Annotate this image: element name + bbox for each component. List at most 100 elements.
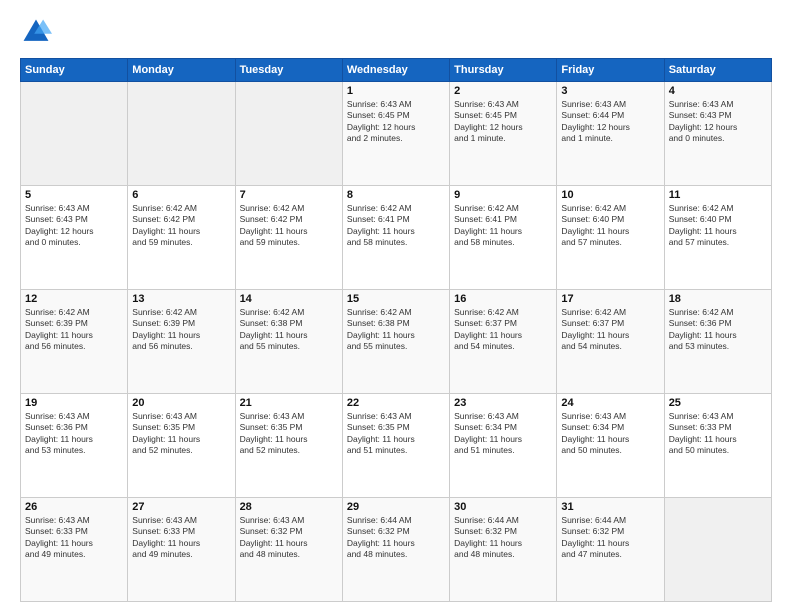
day-number: 10 xyxy=(561,189,659,201)
calendar-table: SundayMondayTuesdayWednesdayThursdayFrid… xyxy=(20,58,772,602)
weekday-header: Friday xyxy=(557,59,664,82)
day-number: 7 xyxy=(240,189,338,201)
day-info: Sunrise: 6:42 AM Sunset: 6:41 PM Dayligh… xyxy=(454,203,552,249)
logo xyxy=(20,16,56,48)
day-number: 3 xyxy=(561,85,659,97)
day-info: Sunrise: 6:43 AM Sunset: 6:33 PM Dayligh… xyxy=(132,515,230,561)
calendar-week: 5Sunrise: 6:43 AM Sunset: 6:43 PM Daylig… xyxy=(21,186,772,290)
calendar-day: 26 Sunrise: 6:43 AM Sunset: 6:33 PM Dayli… xyxy=(21,498,128,602)
weekday-header: Tuesday xyxy=(235,59,342,82)
day-number: 16 xyxy=(454,293,552,305)
calendar-week: 1Sunrise: 6:43 AM Sunset: 6:45 PM Daylig… xyxy=(21,82,772,186)
calendar-week: 26 Sunrise: 6:43 AM Sunset: 6:33 PM Dayli… xyxy=(21,498,772,602)
calendar-day: 8 Sunrise: 6:42 AM Sunset: 6:41 PM Daylig… xyxy=(342,186,449,290)
calendar-body: 1Sunrise: 6:43 AM Sunset: 6:45 PM Daylig… xyxy=(21,82,772,602)
calendar-header: SundayMondayTuesdayWednesdayThursdayFrid… xyxy=(21,59,772,82)
calendar-day: 11Sunrise: 6:42 AM Sunset: 6:40 PM Dayli… xyxy=(664,186,771,290)
day-number: 20 xyxy=(132,397,230,409)
day-number: 15 xyxy=(347,293,445,305)
day-info: Sunrise: 6:42 AM Sunset: 6:37 PM Dayligh… xyxy=(454,307,552,353)
weekday-header: Wednesday xyxy=(342,59,449,82)
day-number: 25 xyxy=(669,397,767,409)
day-info: Sunrise: 6:42 AM Sunset: 6:41 PM Dayligh… xyxy=(347,203,445,249)
calendar-day: 27 Sunrise: 6:43 AM Sunset: 6:33 PM Dayli… xyxy=(128,498,235,602)
calendar-day: 29Sunrise: 6:44 AM Sunset: 6:32 PM Dayli… xyxy=(342,498,449,602)
calendar-day: 23 Sunrise: 6:43 AM Sunset: 6:34 PM Dayli… xyxy=(450,394,557,498)
calendar-day: 21Sunrise: 6:43 AM Sunset: 6:35 PM Dayli… xyxy=(235,394,342,498)
day-number: 4 xyxy=(669,85,767,97)
day-number: 28 xyxy=(240,501,338,513)
calendar-day xyxy=(664,498,771,602)
day-info: Sunrise: 6:43 AM Sunset: 6:43 PM Dayligh… xyxy=(669,99,767,145)
day-number: 5 xyxy=(25,189,123,201)
calendar-day xyxy=(21,82,128,186)
day-info: Sunrise: 6:42 AM Sunset: 6:40 PM Dayligh… xyxy=(669,203,767,249)
day-info: Sunrise: 6:43 AM Sunset: 6:32 PM Dayligh… xyxy=(240,515,338,561)
day-info: Sunrise: 6:42 AM Sunset: 6:39 PM Dayligh… xyxy=(25,307,123,353)
calendar-day: 19Sunrise: 6:43 AM Sunset: 6:36 PM Dayli… xyxy=(21,394,128,498)
day-number: 26 xyxy=(25,501,123,513)
day-info: Sunrise: 6:43 AM Sunset: 6:44 PM Dayligh… xyxy=(561,99,659,145)
calendar-day: 17 Sunrise: 6:42 AM Sunset: 6:37 PM Dayli… xyxy=(557,290,664,394)
day-info: Sunrise: 6:43 AM Sunset: 6:45 PM Dayligh… xyxy=(347,99,445,145)
calendar-day: 20 Sunrise: 6:43 AM Sunset: 6:35 PM Dayli… xyxy=(128,394,235,498)
calendar-day: 10 Sunrise: 6:42 AM Sunset: 6:40 PM Dayli… xyxy=(557,186,664,290)
calendar-day: 15 Sunrise: 6:42 AM Sunset: 6:38 PM Dayli… xyxy=(342,290,449,394)
day-number: 2 xyxy=(454,85,552,97)
day-info: Sunrise: 6:43 AM Sunset: 6:35 PM Dayligh… xyxy=(347,411,445,457)
day-info: Sunrise: 6:42 AM Sunset: 6:40 PM Dayligh… xyxy=(561,203,659,249)
calendar-day: 22 Sunrise: 6:43 AM Sunset: 6:35 PM Dayli… xyxy=(342,394,449,498)
header xyxy=(20,16,772,48)
day-number: 13 xyxy=(132,293,230,305)
calendar-day: 31Sunrise: 6:44 AM Sunset: 6:32 PM Dayli… xyxy=(557,498,664,602)
calendar-day xyxy=(235,82,342,186)
day-info: Sunrise: 6:43 AM Sunset: 6:34 PM Dayligh… xyxy=(454,411,552,457)
day-number: 18 xyxy=(669,293,767,305)
day-number: 8 xyxy=(347,189,445,201)
day-info: Sunrise: 6:43 AM Sunset: 6:34 PM Dayligh… xyxy=(561,411,659,457)
day-number: 22 xyxy=(347,397,445,409)
day-number: 29 xyxy=(347,501,445,513)
day-info: Sunrise: 6:43 AM Sunset: 6:35 PM Dayligh… xyxy=(132,411,230,457)
day-info: Sunrise: 6:43 AM Sunset: 6:45 PM Dayligh… xyxy=(454,99,552,145)
day-number: 31 xyxy=(561,501,659,513)
day-number: 30 xyxy=(454,501,552,513)
logo-icon xyxy=(20,16,52,48)
calendar-day: 5Sunrise: 6:43 AM Sunset: 6:43 PM Daylig… xyxy=(21,186,128,290)
day-number: 9 xyxy=(454,189,552,201)
day-number: 12 xyxy=(25,293,123,305)
day-info: Sunrise: 6:43 AM Sunset: 6:33 PM Dayligh… xyxy=(25,515,123,561)
weekday-header: Monday xyxy=(128,59,235,82)
header-row: SundayMondayTuesdayWednesdayThursdayFrid… xyxy=(21,59,772,82)
day-info: Sunrise: 6:42 AM Sunset: 6:38 PM Dayligh… xyxy=(347,307,445,353)
day-info: Sunrise: 6:42 AM Sunset: 6:38 PM Dayligh… xyxy=(240,307,338,353)
day-number: 17 xyxy=(561,293,659,305)
calendar-day: 25 Sunrise: 6:43 AM Sunset: 6:33 PM Dayli… xyxy=(664,394,771,498)
calendar-day: 28 Sunrise: 6:43 AM Sunset: 6:32 PM Dayli… xyxy=(235,498,342,602)
calendar-day: 24 Sunrise: 6:43 AM Sunset: 6:34 PM Dayli… xyxy=(557,394,664,498)
day-number: 23 xyxy=(454,397,552,409)
day-info: Sunrise: 6:44 AM Sunset: 6:32 PM Dayligh… xyxy=(454,515,552,561)
calendar-day: 7 Sunrise: 6:42 AM Sunset: 6:42 PM Daylig… xyxy=(235,186,342,290)
calendar-day: 30 Sunrise: 6:44 AM Sunset: 6:32 PM Dayli… xyxy=(450,498,557,602)
weekday-header: Sunday xyxy=(21,59,128,82)
calendar-week: 19Sunrise: 6:43 AM Sunset: 6:36 PM Dayli… xyxy=(21,394,772,498)
calendar-day: 6Sunrise: 6:42 AM Sunset: 6:42 PM Daylig… xyxy=(128,186,235,290)
day-info: Sunrise: 6:42 AM Sunset: 6:39 PM Dayligh… xyxy=(132,307,230,353)
day-number: 24 xyxy=(561,397,659,409)
calendar-day: 2 Sunrise: 6:43 AM Sunset: 6:45 PM Daylig… xyxy=(450,82,557,186)
day-number: 14 xyxy=(240,293,338,305)
day-info: Sunrise: 6:42 AM Sunset: 6:37 PM Dayligh… xyxy=(561,307,659,353)
day-info: Sunrise: 6:42 AM Sunset: 6:42 PM Dayligh… xyxy=(240,203,338,249)
calendar-week: 12 Sunrise: 6:42 AM Sunset: 6:39 PM Dayli… xyxy=(21,290,772,394)
day-info: Sunrise: 6:42 AM Sunset: 6:42 PM Dayligh… xyxy=(132,203,230,249)
calendar-day: 4 Sunrise: 6:43 AM Sunset: 6:43 PM Daylig… xyxy=(664,82,771,186)
day-info: Sunrise: 6:42 AM Sunset: 6:36 PM Dayligh… xyxy=(669,307,767,353)
day-number: 27 xyxy=(132,501,230,513)
calendar-day: 18 Sunrise: 6:42 AM Sunset: 6:36 PM Dayli… xyxy=(664,290,771,394)
day-number: 21 xyxy=(240,397,338,409)
day-info: Sunrise: 6:43 AM Sunset: 6:33 PM Dayligh… xyxy=(669,411,767,457)
page: SundayMondayTuesdayWednesdayThursdayFrid… xyxy=(0,0,792,612)
day-number: 19 xyxy=(25,397,123,409)
calendar-day: 14 Sunrise: 6:42 AM Sunset: 6:38 PM Dayli… xyxy=(235,290,342,394)
